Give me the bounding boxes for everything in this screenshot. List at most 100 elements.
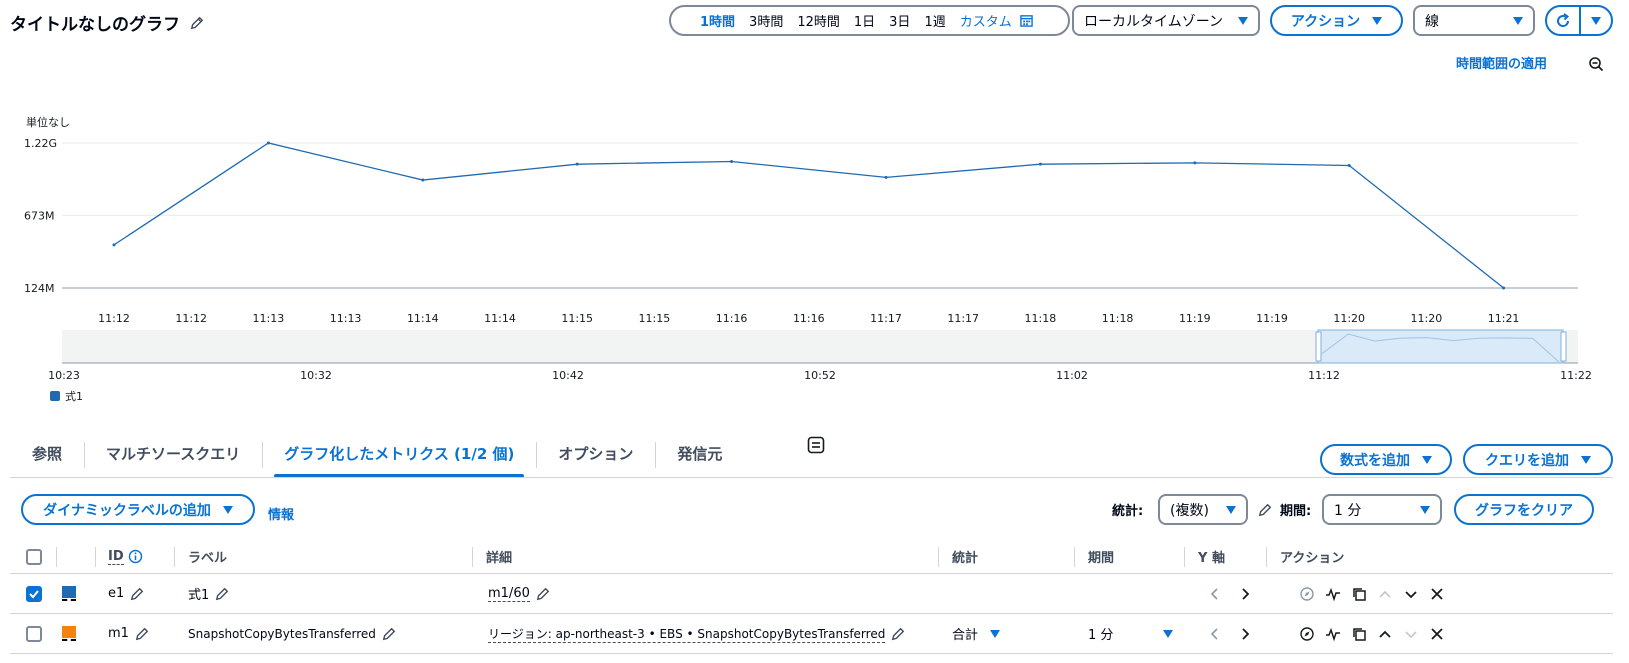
column-separator — [472, 547, 473, 567]
menu-list-icon[interactable] — [807, 436, 825, 454]
data-point — [112, 243, 116, 247]
range-3d[interactable]: 3日 — [882, 11, 917, 30]
x-tick-label: 11:18 — [1102, 312, 1134, 325]
edit-stat-pencil-icon[interactable] — [1258, 503, 1272, 517]
row-details[interactable]: リージョン: ap-northeast-3 • EBS • SnapshotCo… — [488, 625, 886, 643]
x-tick-label: 11:20 — [1333, 312, 1365, 325]
x-tick-label: 11:16 — [793, 312, 825, 325]
move-up-icon[interactable] — [1376, 625, 1394, 643]
select-all-checkbox[interactable] — [26, 548, 42, 565]
tab-browse[interactable]: 参照 — [10, 438, 84, 478]
chevron-down-icon — [1226, 505, 1236, 514]
edit-details-pencil-icon[interactable] — [536, 587, 550, 601]
row-color-cell[interactable] — [62, 614, 76, 653]
row-actions-cell — [1298, 574, 1446, 613]
brush-handle-left — [1315, 331, 1322, 362]
compass-icon[interactable] — [1298, 625, 1316, 643]
row-details-cell: リージョン: ap-northeast-3 • EBS • SnapshotCo… — [488, 614, 905, 653]
range-1h[interactable]: 1時間 — [693, 11, 742, 30]
color-swatch-fill — [62, 626, 76, 638]
close-icon[interactable] — [1428, 625, 1446, 643]
table-row: e1 式1 m1/60 — [10, 574, 1613, 614]
row-label-cell: SnapshotCopyBytesTransferred — [188, 614, 396, 653]
info-icon[interactable] — [128, 549, 143, 564]
add-expression-button[interactable]: 数式を追加 — [1320, 444, 1452, 475]
refresh-button[interactable] — [1547, 7, 1581, 34]
row-color-cell[interactable] — [62, 574, 76, 613]
actions-button[interactable]: アクション — [1270, 5, 1403, 36]
move-down-icon[interactable] — [1402, 585, 1420, 603]
tab-source[interactable]: 発信元 — [655, 438, 744, 478]
y-axis-right-icon[interactable] — [1236, 625, 1254, 643]
tab-graphed-metrics[interactable]: グラフ化したメトリクス (1/2 個) — [262, 438, 536, 478]
edit-title-pencil-icon[interactable] — [190, 16, 204, 30]
period-select[interactable]: 1 分 — [1322, 494, 1442, 525]
stat-select[interactable]: (複数) — [1158, 494, 1248, 525]
y-axis-left-icon[interactable] — [1206, 625, 1224, 643]
series-color-swatch[interactable] — [62, 586, 76, 601]
x-tick-label: 11:17 — [870, 312, 902, 325]
compass-icon[interactable] — [1298, 585, 1316, 603]
zoom-out-icon[interactable] — [1588, 56, 1604, 72]
row-actions-cell — [1298, 614, 1446, 653]
edit-label-pencil-icon[interactable] — [382, 627, 396, 641]
info-link[interactable]: 情報 — [268, 504, 294, 523]
refresh-split-button — [1545, 5, 1613, 36]
tab-multi-source-query[interactable]: マルチソースクエリ — [84, 438, 262, 478]
duplicate-icon[interactable] — [1350, 625, 1368, 643]
chevron-down-icon — [222, 505, 233, 514]
refresh-options-button[interactable] — [1581, 7, 1611, 34]
row-stat-select[interactable]: 合計 — [952, 614, 1001, 653]
apply-time-range-link[interactable]: 時間範囲の適用 — [1456, 53, 1547, 72]
period-select-value: 1 分 — [1334, 502, 1362, 519]
range-1d[interactable]: 1日 — [847, 11, 882, 30]
tab-options[interactable]: オプション — [536, 438, 655, 478]
move-down-icon[interactable] — [1402, 625, 1420, 643]
edit-details-pencil-icon[interactable] — [891, 627, 905, 641]
overview-tick-label: 10:42 — [552, 369, 584, 382]
chevron-down-icon — [1581, 455, 1591, 464]
add-dynamic-label-button[interactable]: ダイナミックラベルの追加 — [21, 494, 255, 525]
y-axis-right-icon[interactable] — [1236, 585, 1254, 603]
anomaly-detection-icon[interactable] — [1324, 585, 1342, 603]
anomaly-detection-icon[interactable] — [1324, 625, 1342, 643]
edit-label-pencil-icon[interactable] — [215, 587, 229, 601]
edit-id-pencil-icon[interactable] — [135, 627, 149, 641]
header-id-label: ID — [108, 548, 124, 565]
y-axis-left-icon[interactable] — [1206, 585, 1224, 603]
range-1w[interactable]: 1週 — [917, 11, 952, 30]
color-swatch-fill — [62, 586, 76, 598]
row-select-cell — [26, 574, 42, 613]
edit-id-pencil-icon[interactable] — [130, 587, 144, 601]
overview-tick-label: 10:52 — [804, 369, 836, 382]
add-dynamic-label-text: ダイナミックラベルの追加 — [43, 502, 211, 519]
range-3h[interactable]: 3時間 — [742, 11, 790, 30]
overview-tick-label: 11:22 — [1560, 369, 1592, 382]
duplicate-icon[interactable] — [1350, 585, 1368, 603]
timezone-select[interactable]: ローカルタイムゾーン — [1072, 5, 1260, 36]
row-period-select[interactable]: 1 分 — [1088, 614, 1174, 653]
close-icon[interactable] — [1428, 585, 1446, 603]
chevron-down-icon — [1238, 16, 1248, 25]
stat-label: 統計: — [1112, 504, 1144, 519]
x-tick-label: 11:15 — [561, 312, 593, 325]
range-custom[interactable]: カスタム — [953, 11, 1040, 30]
overview-brush-selection — [1317, 329, 1564, 364]
timezone-value: ローカルタイムゾーン — [1084, 13, 1224, 30]
row-checkbox[interactable] — [26, 585, 42, 602]
line-chart-svg: 単位なし 1.22G 673M 124M 11:12 11:12 11:13 11:13 1… — [24, 115, 1592, 382]
x-tick-label: 11:17 — [947, 312, 979, 325]
tabs-divider — [10, 477, 1613, 478]
series-color-swatch[interactable] — [62, 626, 76, 641]
range-12h[interactable]: 12時間 — [790, 11, 847, 30]
add-query-button[interactable]: クエリを追加 — [1463, 444, 1613, 475]
graph-type-select[interactable]: 線 — [1413, 5, 1535, 36]
header-actions: アクション — [1280, 551, 1345, 566]
header-label: ラベル — [188, 551, 228, 566]
row-details[interactable]: m1/60 — [488, 586, 530, 602]
legend-item-label: 式1 — [65, 390, 83, 403]
clear-graph-button[interactable]: グラフをクリア — [1454, 494, 1594, 525]
row-label-cell: 式1 — [188, 574, 229, 613]
move-up-icon[interactable] — [1376, 585, 1394, 603]
row-checkbox[interactable] — [26, 625, 42, 642]
